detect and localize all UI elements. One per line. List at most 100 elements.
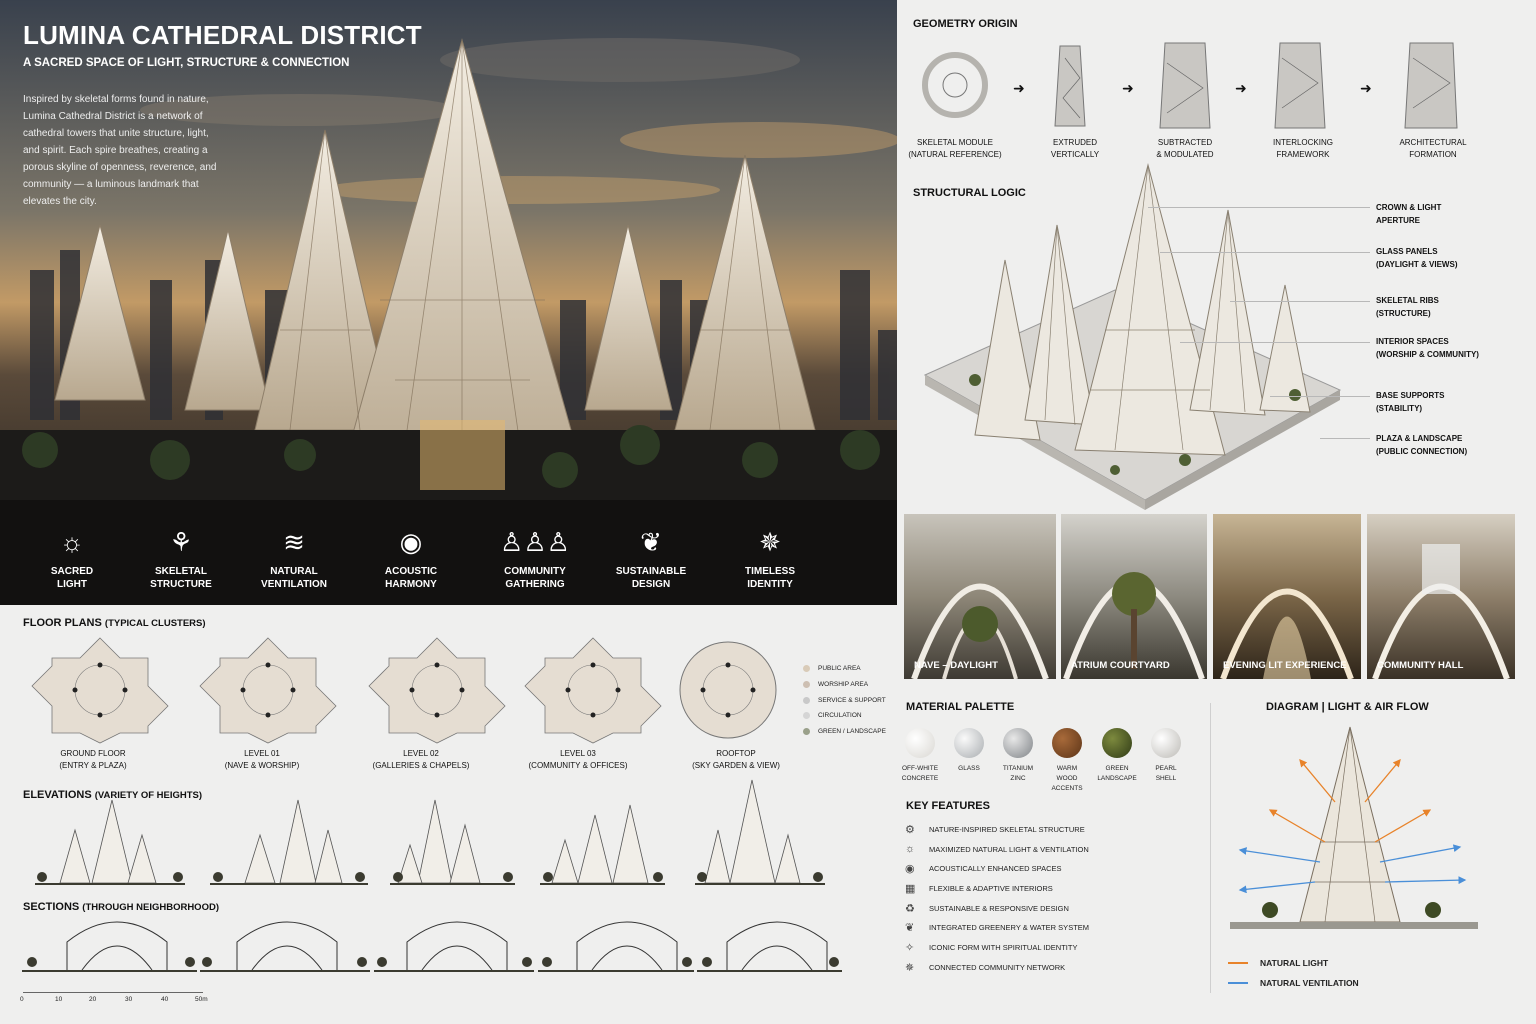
legend-public-area: PUBLIC AREA: [803, 665, 861, 672]
feature-timeless-identity: ✵ TIMELESS IDENTITY: [715, 525, 825, 591]
label-crown-aperture: CROWN & LIGHT APERTURE: [1376, 203, 1442, 225]
plan-caption-level-02: LEVEL 02 (GALLERIES & CHAPELS): [372, 749, 470, 770]
scale-bar-line: [23, 992, 203, 993]
scale-tick-40: 40: [161, 996, 169, 1003]
key-feature-item: ◉ ACOUSTICALLY ENHANCED SPACES: [905, 863, 1062, 875]
feature-sacred-light: ☼ SACRED LIGHT: [17, 525, 127, 591]
svg-text:➜: ➜: [1122, 80, 1134, 96]
photo-caption: ATRIUM COURTYARD: [1071, 660, 1170, 671]
key-feature-item: ☼ MAXIMIZED NATURAL LIGHT & VENTILATION: [905, 843, 1089, 855]
leaf-icon: ❦: [640, 527, 662, 557]
label-glass-panels: GLASS PANELS (DAYLIGHT & VIEWS): [1376, 247, 1458, 269]
wind-icon: ≋: [283, 527, 305, 557]
recycle-icon: ♻: [905, 903, 915, 915]
interior-arch-illustration: [1063, 572, 1205, 679]
photo-atrium-courtyard: ATRIUM COURTYARD: [1061, 514, 1207, 679]
leaf-icon: ❦: [905, 922, 915, 934]
legend-natural-ventilation: NATURAL VENTILATION: [1228, 978, 1359, 988]
light-air-flow-diagram: [1230, 726, 1478, 929]
network-icon: ✵: [905, 962, 915, 974]
key-feature-item: ♻ SUSTAINABLE & RESPONSIVE DESIGN: [905, 903, 1069, 915]
page-subtitle: A SACRED SPACE OF LIGHT, STRUCTURE & CON…: [23, 57, 350, 69]
legend-swatch: [803, 728, 810, 735]
feature-icons-row: ☼ SACRED LIGHT ⚘ SKELETAL STRUCTURE ≋ NA…: [0, 525, 897, 605]
floor-plans-title: FLOOR PLANS (TYPICAL CLUSTERS): [23, 617, 206, 629]
axonometric-cluster-illustration: [923, 163, 1342, 510]
leader-line: [1160, 252, 1370, 253]
plan-caption-rooftop: ROOFTOP (SKY GARDEN & VIEW): [692, 749, 780, 770]
feature-community-gathering: ♙♙♙ COMMUNITY GATHERING: [480, 525, 590, 591]
page-title: LUMINA CATHEDRAL DISTRICT: [23, 20, 422, 50]
scale-tick-50m: 50m: [195, 996, 208, 1003]
feature-sustainable-design: ❦ SUSTAINABLE DESIGN: [596, 525, 706, 591]
material-swatch: [1102, 728, 1132, 758]
interior-arch-illustration: [1220, 588, 1354, 679]
feature-skeletal-structure: ⚘ SKELETAL STRUCTURE: [126, 525, 236, 591]
legend-swatch: [803, 665, 810, 672]
feature-acoustic-harmony: ◉ ACOUSTIC HARMONY: [356, 525, 466, 591]
polyhedron-icon: ✵: [759, 527, 781, 557]
key-feature-item: ❦ INTEGRATED GREENERY & WATER SYSTEM: [905, 922, 1090, 934]
photo-community-hall: COMMUNITY HALL: [1367, 514, 1515, 679]
project-description: Inspired by skeletal forms found in natu…: [23, 94, 217, 207]
photo-nave-daylight: NAVE – DAYLIGHT: [904, 514, 1056, 679]
legend-circulation: CIRCULATION: [803, 712, 862, 719]
label-interior-spaces: INTERIOR SPACES (WORSHIP & COMMUNITY): [1376, 337, 1479, 359]
label-plaza-landscape: PLAZA & LANDSCAPE (PUBLIC CONNECTION): [1376, 434, 1468, 456]
arrow-orange-icon: [1228, 962, 1248, 964]
material-glass: GLASS: [949, 728, 989, 774]
photo-evening-lit: EVENING LIT EXPERIENCE: [1213, 514, 1361, 679]
elevations-illustration: [35, 779, 825, 885]
layout-icon: ▦: [905, 883, 916, 895]
floor-plans-illustration: [31, 637, 777, 744]
legend-natural-light: NATURAL LIGHT: [1228, 958, 1328, 968]
arrow-blue-icon: [1228, 982, 1248, 984]
feature-natural-ventilation: ≋ NATURAL VENTILATION: [239, 525, 349, 591]
material-pearl-shell: PEARL SHELL: [1146, 728, 1186, 784]
scale-tick-0: 0: [20, 996, 24, 1003]
material-palette-title: MATERIAL PALETTE: [906, 701, 1015, 713]
material-swatch: [1003, 728, 1033, 758]
branch-icon: ⚘: [169, 527, 193, 557]
geometry-steps-illustration: ➜ ➜ ➜ ➜: [922, 42, 1458, 129]
leader-line: [1320, 438, 1370, 439]
legend-swatch: [803, 681, 810, 688]
hero-render: LUMINA CATHEDRAL DISTRICT A SACRED SPACE…: [0, 0, 897, 605]
svg-text:➜: ➜: [1235, 80, 1247, 96]
material-swatch: [1151, 728, 1181, 758]
divider: [1210, 703, 1211, 993]
sun-icon: ☼: [60, 527, 84, 557]
sound-waves-icon: ◉: [905, 863, 915, 875]
material-off-white-concrete: OFF-WHITE CONCRETE: [900, 728, 940, 784]
legend-worship-area: WORSHIP AREA: [803, 681, 868, 688]
sun-icon: ☼: [905, 843, 916, 855]
photo-caption: NAVE – DAYLIGHT: [914, 660, 998, 671]
interior-arch-illustration: [911, 583, 1049, 679]
key-feature-item: ⚙ NATURE-INSPIRED SKELETAL STRUCTURE: [905, 824, 1085, 836]
scale-tick-20: 20: [89, 996, 97, 1003]
plan-caption-ground: GROUND FLOOR (ENTRY & PLAZA): [59, 749, 127, 770]
key-feature-item: ✵ CONNECTED COMMUNITY NETWORK: [905, 962, 1066, 974]
leader-line: [1148, 207, 1370, 208]
leader-line: [1270, 396, 1370, 397]
material-swatch: [905, 728, 935, 758]
geometry-step-5-caption: ARCHITECTURAL FORMATION: [1399, 138, 1467, 159]
legend-green-landscape: GREEN / LANDSCAPE: [803, 728, 886, 735]
material-green-landscape: GREEN LANDSCAPE: [1097, 728, 1137, 784]
legend-swatch: [803, 712, 810, 719]
material-warm-wood: WARM WOOD ACCENTS: [1047, 728, 1087, 794]
plan-caption-level-03: LEVEL 03 (COMMUNITY & OFFICES): [528, 749, 628, 770]
sections-illustration: [22, 921, 842, 972]
people-icon: ♙♙♙: [500, 527, 570, 557]
legend-swatch: [803, 697, 810, 704]
label-skeletal-ribs: SKELETAL RIBS (STRUCTURE): [1376, 296, 1439, 318]
scale-tick-10: 10: [55, 996, 63, 1003]
svg-text:➜: ➜: [1013, 80, 1025, 96]
material-swatch: [954, 728, 984, 758]
key-features-title: KEY FEATURES: [906, 800, 990, 812]
compass-icon: ✧: [905, 942, 915, 954]
svg-text:➜: ➜: [1360, 80, 1372, 96]
plan-caption-level-01: LEVEL 01 (NAVE & WORSHIP): [224, 749, 300, 770]
legend-service-support: SERVICE & SUPPORT: [803, 697, 886, 704]
sound-waves-icon: ◉: [399, 527, 423, 557]
